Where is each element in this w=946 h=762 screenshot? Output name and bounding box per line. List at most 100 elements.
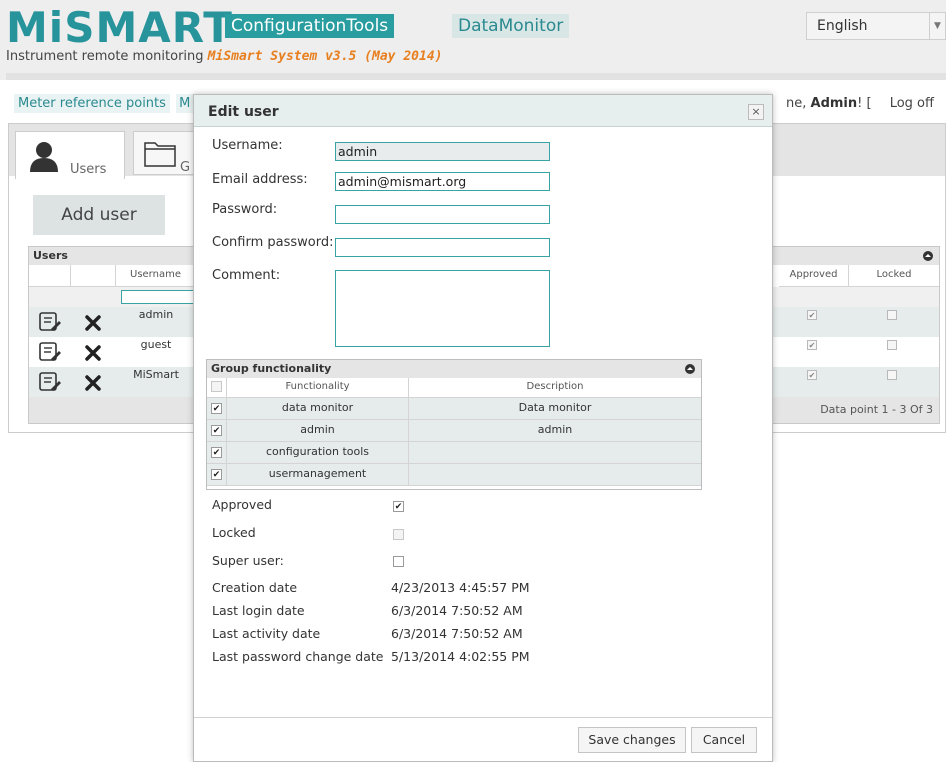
collapse-icon[interactable]: [923, 251, 933, 261]
approved-checkbox: ✔: [807, 310, 817, 320]
confirm-password-label: Confirm password:: [212, 235, 334, 250]
select-all-cell: [207, 378, 227, 398]
functionality-cell: configuration tools: [227, 442, 409, 464]
tab-users[interactable]: Users: [15, 131, 125, 179]
group-functionality-grid: Group functionality Functionality Descri…: [206, 359, 702, 490]
subtitle-text: Instrument remote monitoring: [6, 49, 204, 64]
site-subtitle: Instrument remote monitoring MiSmart Sys…: [6, 49, 442, 64]
password-label: Password:: [212, 202, 278, 217]
last-password-change-label: Last password change date: [212, 649, 384, 664]
welcome-suffix: ! [: [857, 96, 872, 111]
locked-checkbox: [887, 310, 897, 320]
password-field[interactable]: [335, 205, 550, 224]
functionality-checkbox[interactable]: ✔: [211, 402, 222, 414]
description-cell: [409, 464, 701, 486]
version-text: MiSmart System v3.5 (May 2014): [207, 49, 443, 64]
comment-label: Comment:: [212, 268, 281, 283]
add-user-button[interactable]: Add user: [33, 195, 165, 235]
locked-checkbox: [887, 340, 897, 350]
header-cell-edit: [29, 265, 71, 287]
cancel-button[interactable]: Cancel: [691, 727, 757, 753]
menu-item-partial[interactable]: M: [176, 94, 194, 113]
group-functionality-header: Functionality Description: [207, 378, 701, 398]
collapse-icon[interactable]: [685, 364, 695, 374]
last-password-change-value: 5/13/2014 4:02:55 PM: [391, 649, 530, 664]
approved-checkbox[interactable]: ✔: [393, 501, 404, 512]
col-locked-header[interactable]: Locked: [849, 265, 939, 287]
folder-icon: [144, 142, 176, 167]
save-changes-button[interactable]: Save changes: [578, 727, 686, 753]
delete-icon[interactable]: [85, 375, 101, 391]
tab-groups-label: G: [180, 160, 191, 175]
dialog-titlebar: Edit user ×: [194, 95, 772, 127]
edit-icon[interactable]: [39, 342, 61, 362]
list-item: ✔ configuration tools: [207, 442, 701, 464]
functionality-cell: data monitor: [227, 398, 409, 420]
description-cell: Data monitor: [409, 398, 701, 420]
functionality-checkbox[interactable]: ✔: [211, 446, 222, 458]
delete-icon[interactable]: [85, 345, 101, 361]
confirm-password-field[interactable]: [335, 238, 550, 257]
edit-icon[interactable]: [39, 312, 61, 332]
username-label: Username:: [212, 138, 283, 153]
col-description-header[interactable]: Description: [409, 378, 701, 398]
mismart-logo: MiSMART: [6, 3, 233, 52]
username-cell: guest: [140, 338, 172, 351]
description-cell: [409, 442, 701, 464]
approved-checkbox: ✔: [807, 340, 817, 350]
username-field[interactable]: admin: [335, 142, 550, 161]
last-activity-label: Last activity date: [212, 626, 321, 641]
superuser-label: Super user:: [212, 553, 284, 568]
close-icon[interactable]: ×: [748, 104, 764, 120]
col-functionality-header[interactable]: Functionality: [227, 378, 409, 398]
locked-checkbox: [887, 370, 897, 380]
last-login-label: Last login date: [212, 603, 305, 618]
select-all-checkbox[interactable]: [211, 381, 222, 392]
language-value: English: [817, 18, 868, 34]
creation-date-value: 4/23/2013 4:45:57 PM: [391, 580, 530, 595]
nav-configuration-tools[interactable]: ConfigurationTools: [225, 14, 395, 38]
welcome-prefix: ne,: [786, 96, 811, 111]
locked-label: Locked: [212, 525, 256, 540]
menu-meter-reference-points[interactable]: Meter reference points: [14, 94, 170, 113]
email-label: Email address:: [212, 172, 308, 187]
dialog-footer-divider: [194, 717, 772, 718]
approved-checkbox: ✔: [807, 370, 817, 380]
logoff-link[interactable]: Log off: [890, 96, 934, 111]
locked-checkbox[interactable]: [393, 529, 404, 540]
dialog-title: Edit user: [208, 104, 279, 120]
functionality-cell: usermanagement: [227, 464, 409, 486]
username-cell: admin: [138, 308, 174, 321]
main-menu: Meter reference points M: [14, 94, 194, 116]
email-field[interactable]: admin@mismart.org: [335, 172, 550, 191]
welcome-user: Admin: [810, 96, 858, 111]
list-item: ✔ data monitor Data monitor: [207, 398, 701, 420]
approved-label: Approved: [212, 497, 272, 512]
edit-icon[interactable]: [39, 372, 61, 392]
tab-users-label: Users: [70, 162, 107, 177]
edit-user-dialog: Edit user × Username: admin Email addres…: [193, 94, 773, 762]
nav-data-monitor[interactable]: DataMonitor: [452, 14, 570, 38]
functionality-checkbox[interactable]: ✔: [211, 424, 222, 436]
creation-date-label: Creation date: [212, 580, 298, 595]
functionality-cell: admin: [227, 420, 409, 442]
functionality-checkbox[interactable]: ✔: [211, 468, 222, 480]
last-login-value: 6/3/2014 7:50:52 AM: [391, 603, 523, 618]
language-select[interactable]: English ▼: [806, 12, 946, 40]
col-username-header[interactable]: Username: [116, 265, 196, 287]
col-approved-header[interactable]: Approved: [779, 265, 849, 287]
username-filter-input[interactable]: [121, 290, 197, 304]
list-item: ✔ usermanagement: [207, 464, 701, 486]
header-divider: [6, 73, 946, 80]
header-cell-delete: [71, 265, 116, 287]
description-cell: admin: [409, 420, 701, 442]
welcome-area: ne, Admin! [ Log off: [786, 96, 934, 111]
comment-textarea[interactable]: [335, 270, 550, 347]
group-functionality-title: Group functionality: [207, 360, 701, 378]
delete-icon[interactable]: [85, 315, 101, 331]
user-icon: [30, 142, 58, 172]
username-cell: MiSmart: [133, 368, 179, 381]
last-activity-value: 6/3/2014 7:50:52 AM: [391, 626, 523, 641]
list-item: ✔ admin admin: [207, 420, 701, 442]
superuser-checkbox[interactable]: [393, 556, 404, 567]
